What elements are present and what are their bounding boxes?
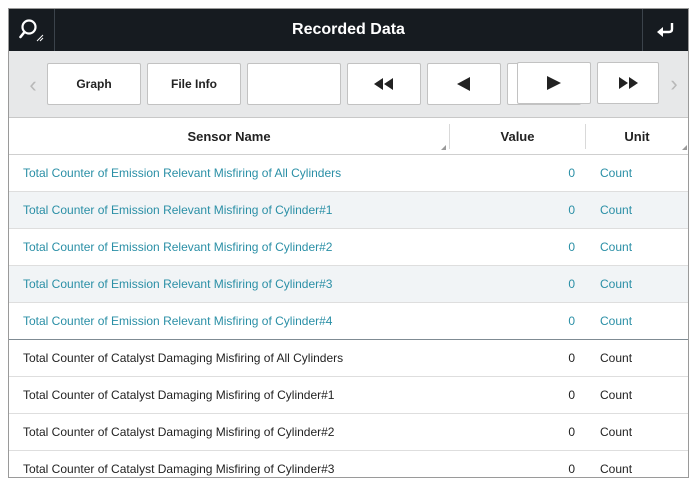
step-back-icon xyxy=(457,77,470,91)
sensor-name-cell: Total Counter of Emission Relevant Misfi… xyxy=(23,277,333,291)
unit-cell: Count xyxy=(600,425,633,439)
table-row[interactable]: Total Counter of Emission Relevant Misfi… xyxy=(9,229,688,266)
value-cell: 0 xyxy=(568,166,575,180)
table-row[interactable]: Total Counter of Catalyst Damaging Misfi… xyxy=(9,451,688,477)
unit-cell: Count xyxy=(600,314,633,328)
file-info-button[interactable]: File Info xyxy=(147,63,241,105)
blank-button[interactable] xyxy=(247,63,341,105)
value-cell: 0 xyxy=(568,240,575,254)
table-row[interactable]: Total Counter of Emission Relevant Misfi… xyxy=(9,155,688,192)
unit-cell: Count xyxy=(600,351,633,365)
table-row[interactable]: Total Counter of Emission Relevant Misfi… xyxy=(9,303,688,340)
value-cell: 0 xyxy=(568,203,575,217)
value-cell: 0 xyxy=(568,314,575,328)
value-cell: 0 xyxy=(568,277,575,291)
unit-cell: Count xyxy=(600,203,633,217)
table-row[interactable]: Total Counter of Emission Relevant Misfi… xyxy=(9,266,688,303)
unit-cell: Count xyxy=(600,277,633,291)
sensor-name-cell: Total Counter of Emission Relevant Misfi… xyxy=(23,314,333,328)
table-header: Sensor Name Value Unit xyxy=(9,118,688,155)
column-header-sensor-name[interactable]: Sensor Name xyxy=(9,118,449,155)
unit-cell: Count xyxy=(600,462,633,476)
search-icon xyxy=(18,19,43,42)
fast-forward-button[interactable] xyxy=(597,62,659,104)
table-row[interactable]: Total Counter of Emission Relevant Misfi… xyxy=(9,192,688,229)
toolbar-scroll-right[interactable]: › xyxy=(660,63,688,105)
table-row[interactable]: Total Counter of Catalyst Damaging Misfi… xyxy=(9,340,688,377)
sensor-name-cell: Total Counter of Catalyst Damaging Misfi… xyxy=(23,425,335,439)
unit-cell: Count xyxy=(600,240,633,254)
table-row[interactable]: Total Counter of Catalyst Damaging Misfi… xyxy=(9,377,688,414)
unit-cell: Count xyxy=(600,388,633,402)
sensor-name-cell: Total Counter of Catalyst Damaging Misfi… xyxy=(23,388,335,402)
sensor-name-cell: Total Counter of Catalyst Damaging Misfi… xyxy=(23,351,344,365)
sensor-name-cell: Total Counter of Emission Relevant Misfi… xyxy=(23,203,333,217)
unit-cell: Count xyxy=(600,166,633,180)
value-cell: 0 xyxy=(568,351,575,365)
sensor-name-cell: Total Counter of Emission Relevant Misfi… xyxy=(23,166,342,180)
value-cell: 0 xyxy=(568,425,575,439)
search-button[interactable] xyxy=(9,9,55,51)
fast-forward-icon xyxy=(619,77,638,89)
window-title: Recorded Data xyxy=(292,21,405,38)
sensor-table-body: Total Counter of Emission Relevant Misfi… xyxy=(9,155,688,477)
column-header-unit[interactable]: Unit xyxy=(586,118,688,155)
table-row[interactable]: Total Counter of Catalyst Damaging Misfi… xyxy=(9,414,688,451)
rewind-icon xyxy=(374,78,393,90)
column-header-value[interactable]: Value xyxy=(450,118,585,155)
title-bar: Recorded Data xyxy=(9,9,688,51)
sensor-name-cell: Total Counter of Catalyst Damaging Misfi… xyxy=(23,462,335,476)
play-button[interactable] xyxy=(517,62,591,104)
sensor-name-cell: Total Counter of Emission Relevant Misfi… xyxy=(23,240,333,254)
value-cell: 0 xyxy=(568,388,575,402)
graph-button[interactable]: Graph xyxy=(47,63,141,105)
value-cell: 0 xyxy=(568,462,575,476)
rewind-button[interactable] xyxy=(347,63,421,105)
toolbar-scroll-left[interactable]: ‹ xyxy=(19,64,47,106)
play-icon xyxy=(547,76,561,90)
resize-grip-icon[interactable] xyxy=(682,145,687,150)
back-button[interactable] xyxy=(642,9,688,51)
resize-grip-icon[interactable] xyxy=(441,145,446,150)
step-back-button[interactable] xyxy=(427,63,501,105)
return-icon xyxy=(656,23,673,37)
